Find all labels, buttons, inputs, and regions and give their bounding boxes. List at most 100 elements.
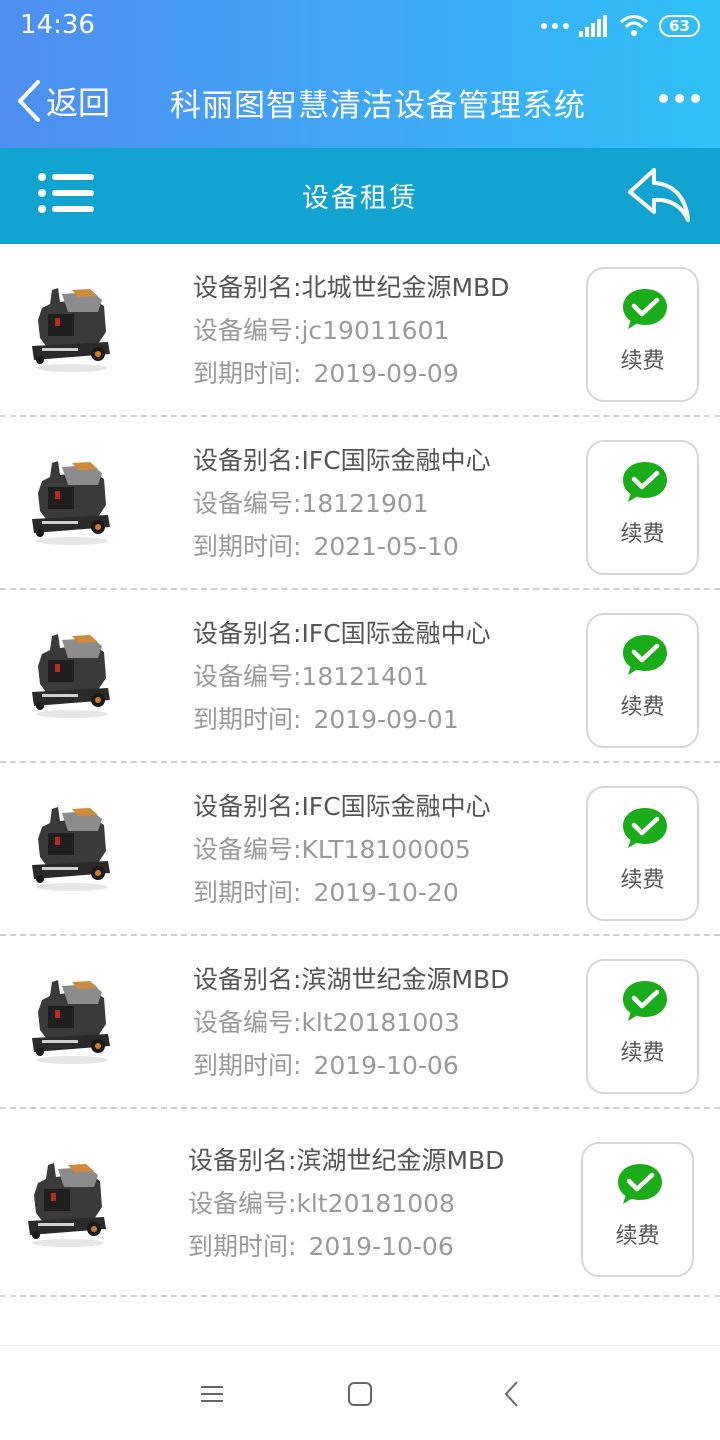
reply-arrow-icon[interactable]: [624, 162, 692, 226]
device-info: 设备别名:IFC国际金融中心 设备编号:18121901 到期时间: 2021-0…: [193, 439, 491, 568]
number-label: 设备编号:: [193, 489, 302, 518]
renew-label: 续费: [620, 868, 665, 893]
device-alias: IFC国际金融中心: [301, 792, 491, 821]
back-label: 返回: [46, 84, 111, 122]
renew-label: 续费: [620, 349, 665, 374]
device-number: klt20181003: [301, 1008, 460, 1037]
device-alias-line: 设备别名:IFC国际金融中心: [193, 785, 491, 828]
renew-button[interactable]: 续费: [586, 440, 699, 575]
chevron-left-icon: [18, 80, 40, 122]
device-expiry: 2019-10-20: [313, 878, 459, 907]
expiry-label: 到期时间:: [193, 532, 302, 561]
battery-icon: 63: [659, 15, 700, 37]
status-icons: 63: [541, 12, 700, 40]
device-number-line: 设备编号:klt20181003: [193, 1001, 509, 1044]
renew-label: 续费: [620, 522, 665, 547]
renew-label: 续费: [615, 1224, 660, 1249]
more-dots-icon: [541, 23, 570, 29]
menu-icon[interactable]: [192, 1376, 232, 1412]
wechat-pay-icon: [618, 1164, 662, 1204]
device-alias: IFC国际金融中心: [301, 619, 491, 648]
device-expiry: 2019-09-09: [313, 359, 459, 388]
device-alias: 滨湖世纪金源MBD: [301, 965, 510, 994]
back-button[interactable]: 返回: [16, 78, 110, 124]
device-number: jc19011601: [301, 316, 450, 345]
device-alias-line: 设备别名:IFC国际金融中心: [193, 439, 491, 482]
device-list-item: 设备别名:IFC国际金融中心 设备编号:18121901 到期时间: 2021-0…: [0, 417, 720, 590]
expiry-label: 到期时间:: [188, 1232, 297, 1261]
device-expiry-line: 到期时间: 2019-09-09: [193, 352, 509, 395]
number-label: 设备编号:: [193, 1008, 302, 1037]
wechat-pay-icon: [623, 289, 667, 329]
alias-label: 设备别名:: [188, 1146, 297, 1175]
device-list: 设备别名:北城世纪金源MBD 设备编号:jc19011601 到期时间: 2019…: [0, 244, 720, 1297]
device-alias-line: 设备别名:滨湖世纪金源MBD: [193, 958, 509, 1001]
device-list-item: 设备别名:滨湖世纪金源MBD 设备编号:klt20181003 到期时间: 201…: [0, 936, 720, 1109]
device-number-line: 设备编号:klt20181008: [188, 1182, 504, 1225]
renew-label: 续费: [620, 1041, 665, 1066]
renew-button[interactable]: 续费: [586, 959, 699, 1094]
device-list-item: 设备别名:IFC国际金融中心 设备编号:18121401 到期时间: 2019-0…: [0, 590, 720, 763]
number-label: 设备编号:: [188, 1189, 297, 1218]
alias-label: 设备别名:: [193, 273, 302, 302]
wifi-icon: [620, 15, 649, 36]
alias-label: 设备别名:: [193, 965, 302, 994]
alias-label: 设备别名:: [193, 446, 302, 475]
renew-label: 续费: [620, 695, 665, 720]
device-alias: IFC国际金融中心: [301, 446, 491, 475]
number-label: 设备编号:: [193, 662, 302, 691]
device-expiry-line: 到期时间: 2019-10-20: [193, 871, 491, 914]
device-number-line: 设备编号:18121901: [193, 482, 491, 525]
device-expiry-line: 到期时间: 2019-10-06: [193, 1044, 509, 1087]
cleaning-machine-image: [28, 1163, 106, 1247]
device-expiry-line: 到期时间: 2021-05-10: [193, 525, 491, 568]
device-alias-line: 设备别名:IFC国际金融中心: [193, 612, 491, 655]
more-options-button[interactable]: [659, 94, 700, 103]
device-expiry-line: 到期时间: 2019-09-01: [193, 698, 491, 741]
device-alias-line: 设备别名:滨湖世纪金源MBD: [188, 1139, 504, 1182]
expiry-label: 到期时间:: [193, 1051, 302, 1080]
device-number: KLT18100005: [301, 835, 471, 864]
device-expiry: 2021-05-10: [313, 532, 459, 561]
renew-button[interactable]: 续费: [586, 786, 699, 921]
system-nav-bar: [0, 1345, 720, 1440]
device-list-item: 设备别名:滨湖世纪金源MBD 设备编号:klt20181008 到期时间: 201…: [0, 1109, 720, 1297]
signal-icon: [579, 15, 608, 37]
device-number: klt20181008: [296, 1189, 455, 1218]
device-list-item: 设备别名:北城世纪金源MBD 设备编号:jc19011601 到期时间: 2019…: [0, 244, 720, 417]
device-info: 设备别名:滨湖世纪金源MBD 设备编号:klt20181003 到期时间: 201…: [193, 958, 509, 1087]
expiry-label: 到期时间:: [193, 878, 302, 907]
section-header: 设备租赁: [0, 148, 720, 244]
device-number: 18121401: [301, 662, 429, 691]
status-time: 14:36: [20, 10, 95, 40]
number-label: 设备编号:: [193, 316, 302, 345]
wechat-pay-icon: [623, 462, 667, 502]
device-expiry-line: 到期时间: 2019-10-06: [188, 1225, 504, 1268]
back-nav-icon[interactable]: [492, 1376, 532, 1412]
device-info: 设备别名:IFC国际金融中心 设备编号:KLT18100005 到期时间: 201…: [193, 785, 491, 914]
wechat-pay-icon: [623, 635, 667, 675]
device-number-line: 设备编号:jc19011601: [193, 309, 509, 352]
device-info: 设备别名:北城世纪金源MBD 设备编号:jc19011601 到期时间: 2019…: [193, 266, 509, 395]
device-alias-line: 设备别名:北城世纪金源MBD: [193, 266, 509, 309]
device-number: 18121901: [301, 489, 429, 518]
page-title: 科丽图智慧清洁设备管理系统: [170, 88, 586, 124]
app-header: 14:36 63 返回 科丽图智慧清洁设备管理系统: [0, 0, 720, 148]
section-title: 设备租赁: [302, 183, 418, 214]
expiry-label: 到期时间:: [193, 359, 302, 388]
renew-button[interactable]: 续费: [581, 1142, 694, 1277]
cleaning-machine-image: [32, 634, 110, 718]
renew-button[interactable]: 续费: [586, 267, 699, 402]
cleaning-machine-image: [32, 980, 110, 1064]
device-list-item: 设备别名:IFC国际金融中心 设备编号:KLT18100005 到期时间: 201…: [0, 763, 720, 936]
wechat-pay-icon: [623, 808, 667, 848]
cleaning-machine-image: [32, 288, 110, 372]
alias-label: 设备别名:: [193, 792, 302, 821]
device-info: 设备别名:IFC国际金融中心 设备编号:18121401 到期时间: 2019-0…: [193, 612, 491, 741]
number-label: 设备编号:: [193, 835, 302, 864]
device-number-line: 设备编号:KLT18100005: [193, 828, 491, 871]
device-expiry: 2019-10-06: [313, 1051, 459, 1080]
home-icon[interactable]: [340, 1376, 380, 1412]
cleaning-machine-image: [32, 807, 110, 891]
renew-button[interactable]: 续费: [586, 613, 699, 748]
